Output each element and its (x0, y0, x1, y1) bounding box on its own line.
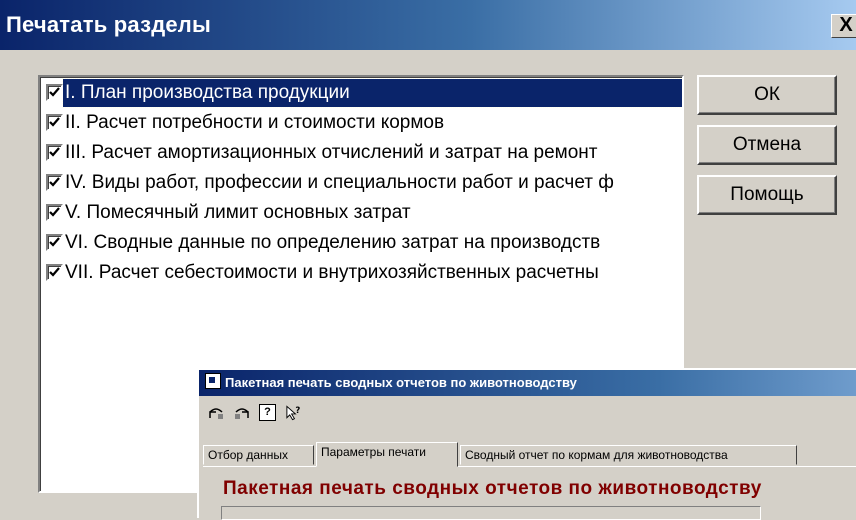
checkbox[interactable] (46, 144, 63, 161)
redo-icon[interactable] (233, 404, 250, 421)
list-item[interactable]: VII. Расчет себестоимости и внутрихозяйс… (46, 259, 682, 287)
help-icon[interactable]: ? (259, 404, 276, 421)
svg-text:?: ? (295, 406, 300, 416)
list-item[interactable]: III. Расчет амортизационных отчислений и… (46, 139, 682, 167)
list-item[interactable]: V. Помесячный лимит основных затрат (46, 199, 682, 227)
close-icon: X (839, 14, 853, 36)
list-item[interactable]: I. План производства продукции (46, 78, 682, 108)
tab-feed-summary-report[interactable]: Сводный отчет по кормам для животноводст… (460, 445, 797, 465)
checkbox[interactable] (46, 264, 63, 281)
batch-print-heading: Пакетная печать сводных отчетов по живот… (223, 478, 762, 499)
tab-data-selection[interactable]: Отбор данных (203, 445, 314, 465)
list-item[interactable]: II. Расчет потребности и стоимости кормо… (46, 109, 682, 137)
dialog-titlebar: Печатать разделы (0, 0, 856, 50)
checkbox[interactable] (46, 204, 63, 221)
close-button[interactable]: X (831, 14, 856, 38)
list-item[interactable]: VI. Сводные данные по определению затрат… (46, 229, 682, 257)
list-item-label: IV. Виды работ, профессии и специальност… (65, 172, 614, 193)
tab-print-parameters[interactable]: Параметры печати (316, 442, 458, 467)
checkbox[interactable] (46, 114, 63, 131)
checkbox[interactable] (46, 174, 63, 191)
list-item-label: II. Расчет потребности и стоимости кормо… (65, 112, 445, 133)
batch-print-window: Пакетная печать сводных отчетов по живот… (197, 368, 856, 520)
help-button[interactable]: Помощь (697, 175, 837, 215)
app-icon (205, 373, 221, 389)
batch-print-titlebar: Пакетная печать сводных отчетов по живот… (199, 370, 856, 396)
list-item-label: VII. Расчет себестоимости и внутрихозяйс… (65, 262, 599, 283)
list-item-label: V. Помесячный лимит основных затрат (65, 202, 411, 223)
list-item[interactable]: IV. Виды работ, профессии и специальност… (46, 169, 682, 197)
undo-icon[interactable] (207, 404, 224, 421)
checkbox[interactable] (46, 234, 63, 251)
cancel-button[interactable]: Отмена (697, 125, 837, 165)
list-item-label: VI. Сводные данные по определению затрат… (65, 232, 601, 253)
ok-button[interactable]: ОК (697, 75, 837, 115)
toolbar: ? ? (207, 404, 302, 426)
list-item-label: III. Расчет амортизационных отчислений и… (65, 142, 598, 163)
batch-print-title: Пакетная печать сводных отчетов по живот… (225, 375, 577, 390)
dialog-title: Печатать разделы (6, 12, 211, 37)
checkbox[interactable] (46, 84, 63, 101)
tab-bar: Отбор данных Параметры печати Сводный от… (203, 442, 856, 467)
list-item-label: I. План производства продукции (62, 78, 682, 108)
context-help-icon[interactable]: ? (285, 404, 302, 421)
